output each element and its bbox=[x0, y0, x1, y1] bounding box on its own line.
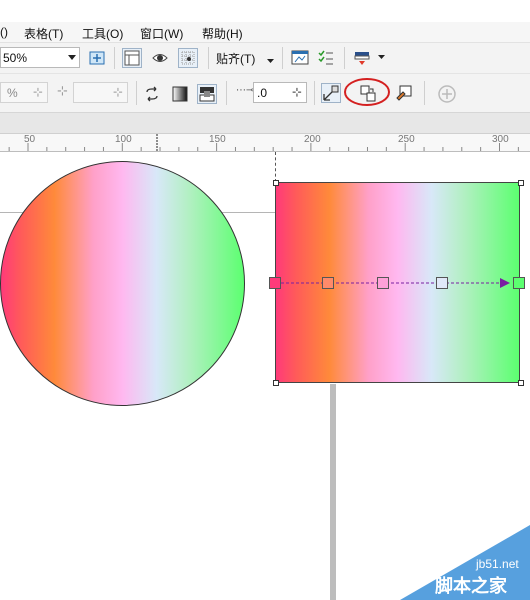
standard-toolbar: 50% 贴齐(T) bbox=[0, 43, 530, 74]
transparency-icon bbox=[172, 86, 188, 102]
menu-item-help[interactable]: 帮助(H) bbox=[202, 25, 243, 42]
menu-item-tools[interactable]: 工具(O) bbox=[82, 25, 123, 42]
watermark-name: 脚本之家 bbox=[435, 576, 507, 596]
free-scale-icon bbox=[323, 85, 339, 101]
title-area bbox=[0, 0, 530, 22]
transparency-percent-value: % bbox=[7, 86, 18, 100]
menu-item-partial[interactable]: () bbox=[0, 25, 8, 39]
zoom-level-combo[interactable]: 50% bbox=[0, 47, 80, 68]
menu-item-table[interactable]: 表格(T) bbox=[24, 25, 63, 42]
snap-to-label: 贴齐(T) bbox=[216, 52, 256, 66]
grid-snap-icon bbox=[181, 51, 195, 65]
ruler-label: 150 bbox=[209, 134, 226, 145]
horizontal-ruler[interactable]: 50 100 150 200 250 300 bbox=[0, 134, 530, 152]
drawing-canvas[interactable]: jb51.net 脚本之家 bbox=[0, 152, 530, 600]
separator bbox=[314, 81, 315, 105]
fill-color-node[interactable] bbox=[322, 277, 334, 289]
separator bbox=[282, 47, 283, 69]
ruler-label: 250 bbox=[398, 134, 415, 145]
zoom-fit-icon bbox=[89, 51, 105, 65]
target-icon bbox=[146, 86, 158, 102]
selection-handle[interactable] bbox=[518, 180, 524, 186]
transparency-percent-field[interactable]: % ⊹ bbox=[0, 82, 48, 103]
page-shadow bbox=[330, 384, 336, 600]
lock-icon: ⊹ bbox=[57, 83, 68, 98]
dropdown-arrow-icon[interactable] bbox=[68, 55, 76, 60]
view-eye-icon bbox=[152, 54, 168, 62]
spinner-icon[interactable]: ⊹ bbox=[33, 85, 43, 99]
node-position-field[interactable]: ⊹ bbox=[73, 82, 128, 103]
watermark-site: jb51.net bbox=[476, 557, 519, 571]
separator bbox=[208, 47, 209, 69]
fill-edit-icon bbox=[396, 85, 412, 101]
snap-to-dropdown[interactable]: 贴齐(T) bbox=[216, 50, 274, 67]
reverse-fill-button[interactable] bbox=[142, 84, 162, 104]
ruler-ticks bbox=[8, 134, 519, 151]
nudge-offset-field[interactable]: .0 ⊹ bbox=[253, 82, 307, 103]
fill-start-node[interactable] bbox=[269, 277, 281, 289]
dropdown-arrow-icon bbox=[266, 59, 274, 63]
separator bbox=[226, 81, 227, 105]
offset-icon: ⋯⊸ bbox=[236, 85, 255, 96]
ruler-label: 300 bbox=[492, 134, 509, 145]
ruler-label: 50 bbox=[24, 134, 36, 145]
highlight-circle bbox=[344, 78, 390, 106]
launch-button[interactable] bbox=[352, 48, 372, 68]
selection-handle[interactable] bbox=[518, 380, 524, 386]
snap-grid-button[interactable] bbox=[178, 48, 198, 68]
spinner-icon[interactable]: ⊹ bbox=[292, 85, 302, 99]
fill-mode-button[interactable] bbox=[170, 84, 190, 104]
chart-window-icon bbox=[291, 50, 309, 65]
fill-color-node[interactable] bbox=[377, 277, 389, 289]
menu-bar: () 表格(T) 工具(O) 窗口(W) 帮助(H) bbox=[0, 22, 530, 43]
separator bbox=[136, 81, 137, 105]
ruler-label: 200 bbox=[304, 134, 321, 145]
fill-vector-line[interactable] bbox=[266, 272, 530, 294]
view-button[interactable] bbox=[150, 48, 170, 68]
launch-icon bbox=[354, 52, 370, 65]
document-tab-strip bbox=[0, 113, 530, 134]
color-mode-button[interactable] bbox=[197, 84, 217, 104]
free-scale-button[interactable] bbox=[321, 83, 341, 103]
separator bbox=[114, 47, 115, 69]
property-bar: % ⊹ ⊹ ⊹ ⋯⊸ .0 ⊹ bbox=[0, 74, 530, 113]
dropdown-arrow-icon[interactable] bbox=[378, 55, 385, 59]
checklist-button[interactable] bbox=[316, 48, 336, 68]
page-layout-button[interactable] bbox=[122, 48, 142, 68]
spinner-icon[interactable]: ⊹ bbox=[113, 85, 123, 99]
ruler-label: 100 bbox=[115, 134, 132, 145]
color-mode-icon bbox=[199, 87, 215, 102]
checklist-icon bbox=[318, 50, 333, 65]
add-icon bbox=[438, 85, 456, 103]
nudge-offset-value: .0 bbox=[257, 86, 268, 100]
separator bbox=[344, 47, 345, 69]
edit-fill-button[interactable] bbox=[394, 83, 414, 103]
gradient-circle[interactable] bbox=[0, 161, 245, 406]
selection-handle[interactable] bbox=[273, 180, 279, 186]
fill-color-node[interactable] bbox=[436, 277, 448, 289]
guide-line bbox=[275, 152, 276, 182]
separator bbox=[424, 81, 425, 105]
fill-end-node[interactable] bbox=[513, 277, 525, 289]
chart-window-button[interactable] bbox=[290, 48, 310, 68]
zoom-fit-button[interactable] bbox=[87, 48, 107, 68]
add-preset-button[interactable] bbox=[436, 83, 456, 103]
selection-handle[interactable] bbox=[273, 380, 279, 386]
zoom-level-value: 50% bbox=[3, 51, 28, 65]
page-layout-icon bbox=[124, 50, 140, 66]
menu-item-window[interactable]: 窗口(W) bbox=[140, 25, 183, 42]
